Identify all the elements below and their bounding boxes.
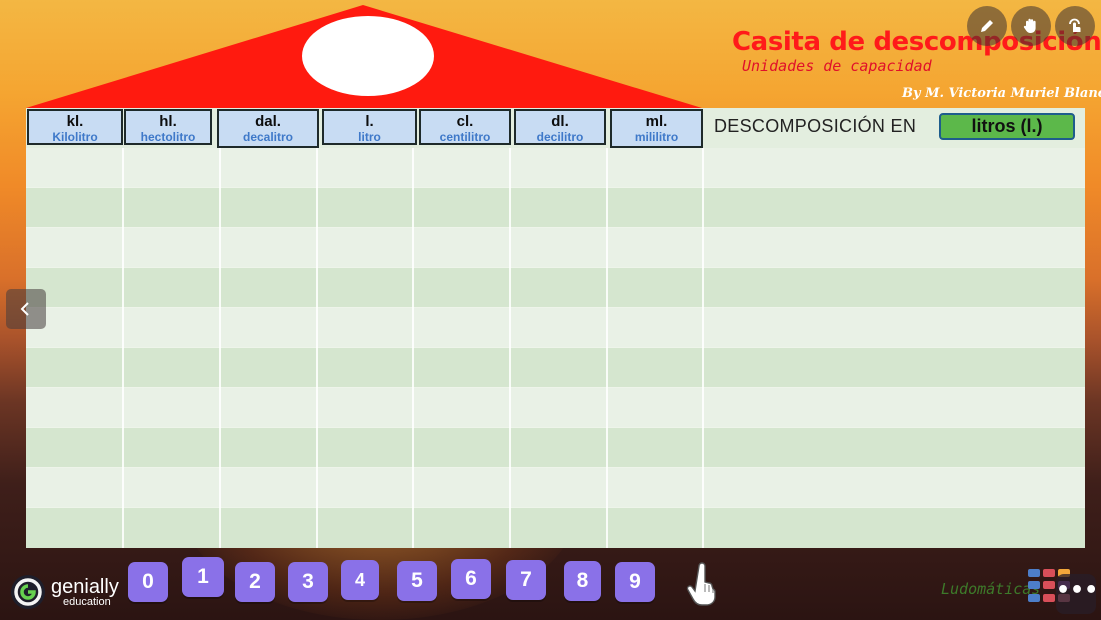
ludomaticas-label: Ludomáticas bbox=[941, 580, 1041, 598]
number-tile-9[interactable]: 9 bbox=[615, 562, 655, 602]
table-row bbox=[26, 148, 1085, 187]
roof-window bbox=[302, 16, 434, 96]
column-abbr: cl. bbox=[456, 113, 474, 130]
table-row bbox=[26, 308, 1085, 347]
table-row bbox=[26, 228, 1085, 267]
column-divider bbox=[122, 148, 124, 548]
column-header-mililitro: ml. mililitro bbox=[610, 109, 703, 148]
column-divider bbox=[316, 148, 318, 548]
column-header-kilolitro: kl. Kilolitro bbox=[27, 109, 123, 145]
column-fullname: litro bbox=[358, 130, 381, 144]
pencil-icon[interactable] bbox=[967, 6, 1007, 46]
number-tile-0[interactable]: 0 bbox=[128, 562, 168, 602]
page-subtitle: Unidades de capacidad bbox=[742, 57, 932, 75]
column-header-centilitro: cl. centilitro bbox=[419, 109, 511, 145]
column-divider bbox=[509, 148, 511, 548]
column-fullname: mililitro bbox=[634, 130, 679, 144]
number-tile-8[interactable]: 8 bbox=[564, 561, 601, 601]
column-header-hectolitro: hl. hectolitro bbox=[124, 109, 212, 145]
hand-icon[interactable] bbox=[1011, 6, 1051, 46]
table-row bbox=[26, 428, 1085, 467]
genially-g-icon bbox=[11, 575, 45, 609]
column-fullname: hectolitro bbox=[140, 130, 196, 144]
column-divider bbox=[219, 148, 221, 548]
column-fullname: centilitro bbox=[439, 130, 491, 144]
number-tile-2[interactable]: 2 bbox=[235, 562, 275, 602]
number-tile-4[interactable]: 4 bbox=[341, 560, 379, 600]
column-fullname: decalitro bbox=[242, 130, 293, 144]
number-tile-1[interactable]: 1 bbox=[182, 557, 224, 597]
table-row bbox=[26, 388, 1085, 427]
top-toolbar bbox=[967, 6, 1095, 46]
column-abbr: l. bbox=[365, 113, 374, 130]
unit-badge: litros (l.) bbox=[939, 113, 1075, 140]
column-header-decalitro: dal. decalitro bbox=[217, 109, 319, 148]
table-row bbox=[26, 268, 1085, 307]
number-tile-7[interactable]: 7 bbox=[506, 560, 546, 600]
column-divider bbox=[702, 148, 704, 548]
number-tile-6[interactable]: 6 bbox=[451, 559, 491, 599]
column-abbr: dal. bbox=[255, 113, 281, 130]
decomposition-label: DESCOMPOSICIÓN EN bbox=[714, 116, 917, 136]
touch-icon[interactable] bbox=[1055, 6, 1095, 46]
column-divider bbox=[412, 148, 414, 548]
genially-wordmark: genially bbox=[51, 575, 119, 598]
more-options-button[interactable]: ••• bbox=[1056, 574, 1098, 614]
column-fullname: Kilolitro bbox=[52, 130, 98, 144]
column-abbr: hl. bbox=[159, 113, 177, 130]
column-abbr: kl. bbox=[66, 113, 84, 130]
column-abbr: dl. bbox=[551, 113, 569, 130]
column-header-litro: l. litro bbox=[322, 109, 417, 145]
pointer-hand-icon[interactable] bbox=[684, 562, 720, 608]
column-divider bbox=[606, 148, 608, 548]
author-credit: By M. Victoria Muriel Blanco bbox=[902, 86, 1101, 101]
table-row bbox=[26, 348, 1085, 387]
number-tile-5[interactable]: 5 bbox=[397, 561, 437, 601]
column-header-decilitro: dl. decilitro bbox=[514, 109, 606, 145]
column-abbr: ml. bbox=[645, 113, 668, 130]
chevron-left-icon bbox=[20, 302, 29, 316]
previous-slide-button[interactable] bbox=[6, 289, 46, 329]
table-row bbox=[26, 188, 1085, 227]
column-fullname: decilitro bbox=[536, 130, 584, 144]
table-row bbox=[26, 468, 1085, 507]
genially-logo[interactable]: genially education bbox=[10, 574, 119, 610]
number-tile-3[interactable]: 3 bbox=[288, 562, 328, 602]
house-roof bbox=[26, 5, 702, 108]
table-row bbox=[26, 508, 1085, 548]
decomposition-board: kl. Kilolitro hl. hectolitro dal. decali… bbox=[26, 108, 1085, 548]
slide-canvas: Casita de descomposición Unidades de cap… bbox=[0, 0, 1101, 620]
genially-edition: education bbox=[63, 595, 111, 608]
